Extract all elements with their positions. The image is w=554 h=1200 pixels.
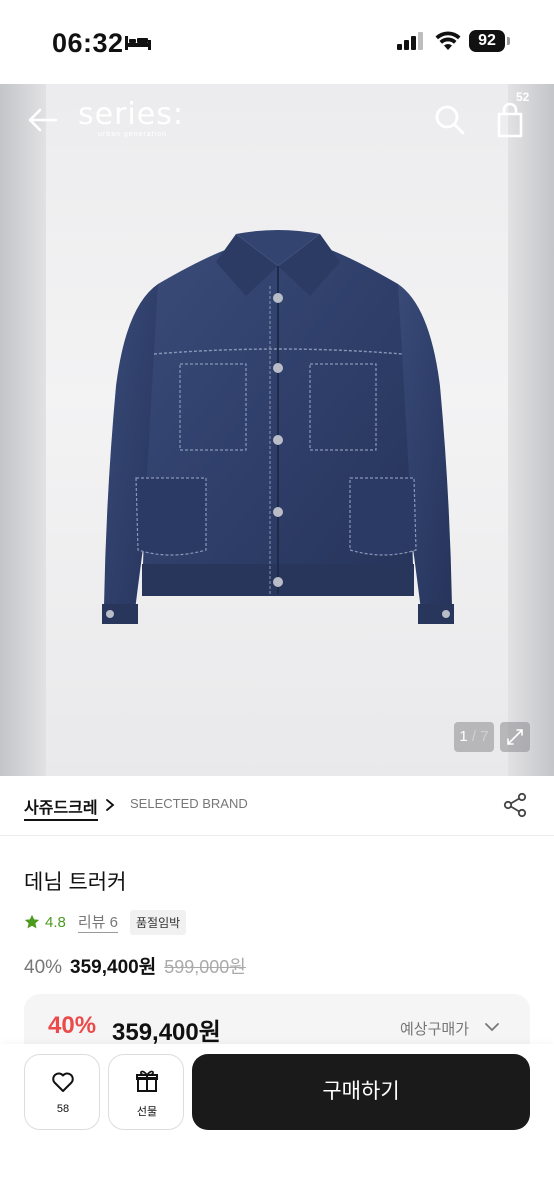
image-separator: / (471, 728, 477, 745)
sleep-mode-icon (125, 36, 151, 50)
cellular-signal-icon (397, 32, 423, 50)
discount-rate: 40% (24, 957, 63, 978)
expand-image-button[interactable] (500, 722, 530, 752)
like-button[interactable]: 58 (24, 1054, 100, 1130)
gift-icon (136, 1070, 158, 1092)
buy-button[interactable]: 구매하기 (192, 1054, 530, 1130)
brand-row: 사쥬드크레 SELECTED BRAND (0, 776, 554, 836)
original-price: 599,000원 (164, 957, 246, 977)
reviews-link[interactable]: 리뷰 6 (77, 911, 118, 933)
product-image-denim-jacket (102, 230, 454, 624)
brand-name-link[interactable]: 사쥬드크레 (24, 794, 98, 821)
search-icon[interactable] (432, 102, 468, 138)
chevron-right-icon[interactable] (104, 798, 116, 812)
share-icon[interactable] (502, 792, 528, 818)
brand-tag: SELECTED BRAND (130, 796, 248, 811)
star-icon (24, 914, 40, 929)
battery-tip (507, 37, 510, 45)
heart-icon (52, 1072, 74, 1092)
sale-price: 359,400원 (70, 957, 157, 978)
logo-subtitle: urban generation (98, 131, 167, 138)
gift-label: 선물 (136, 1106, 158, 1118)
cart-count-badge: 52 (516, 90, 530, 104)
expand-icon (507, 729, 523, 745)
status-badge: 품절임박 (129, 909, 187, 935)
product-title: 데님 트러커 (24, 871, 127, 894)
top-navigation: series: urban generation 52 (0, 84, 554, 160)
logo-text: series: (78, 97, 184, 132)
chevron-down-icon[interactable] (484, 1020, 500, 1034)
image-counter: 1 / 7 (454, 722, 494, 752)
brand-logo[interactable]: series: urban generation (78, 100, 188, 140)
expected-discount: 40% (48, 1012, 97, 1039)
rating-value: 4.8 (45, 913, 66, 931)
shopping-bag-icon[interactable] (492, 100, 528, 140)
gift-button[interactable]: 선물 (108, 1054, 184, 1130)
status-time: 06:32 (52, 28, 124, 58)
image-current: 1 (459, 728, 468, 745)
price-row: 40% 359,400원 599,000원 (24, 952, 246, 979)
like-count: 58 (56, 1103, 70, 1115)
expected-price: 359,400원 (112, 1019, 221, 1046)
back-arrow-icon[interactable] (24, 102, 60, 138)
rating-row: 4.8 리뷰 6 품절임박 (24, 909, 187, 935)
status-bar: 06:32 92 (0, 0, 554, 84)
image-total: 7 (480, 728, 489, 745)
bottom-action-bar: 58 선물 구매하기 (0, 1044, 554, 1200)
wifi-icon (435, 31, 461, 50)
expected-price-label: 예상구매가 (400, 1021, 470, 1038)
battery-indicator: 92 (469, 30, 505, 52)
